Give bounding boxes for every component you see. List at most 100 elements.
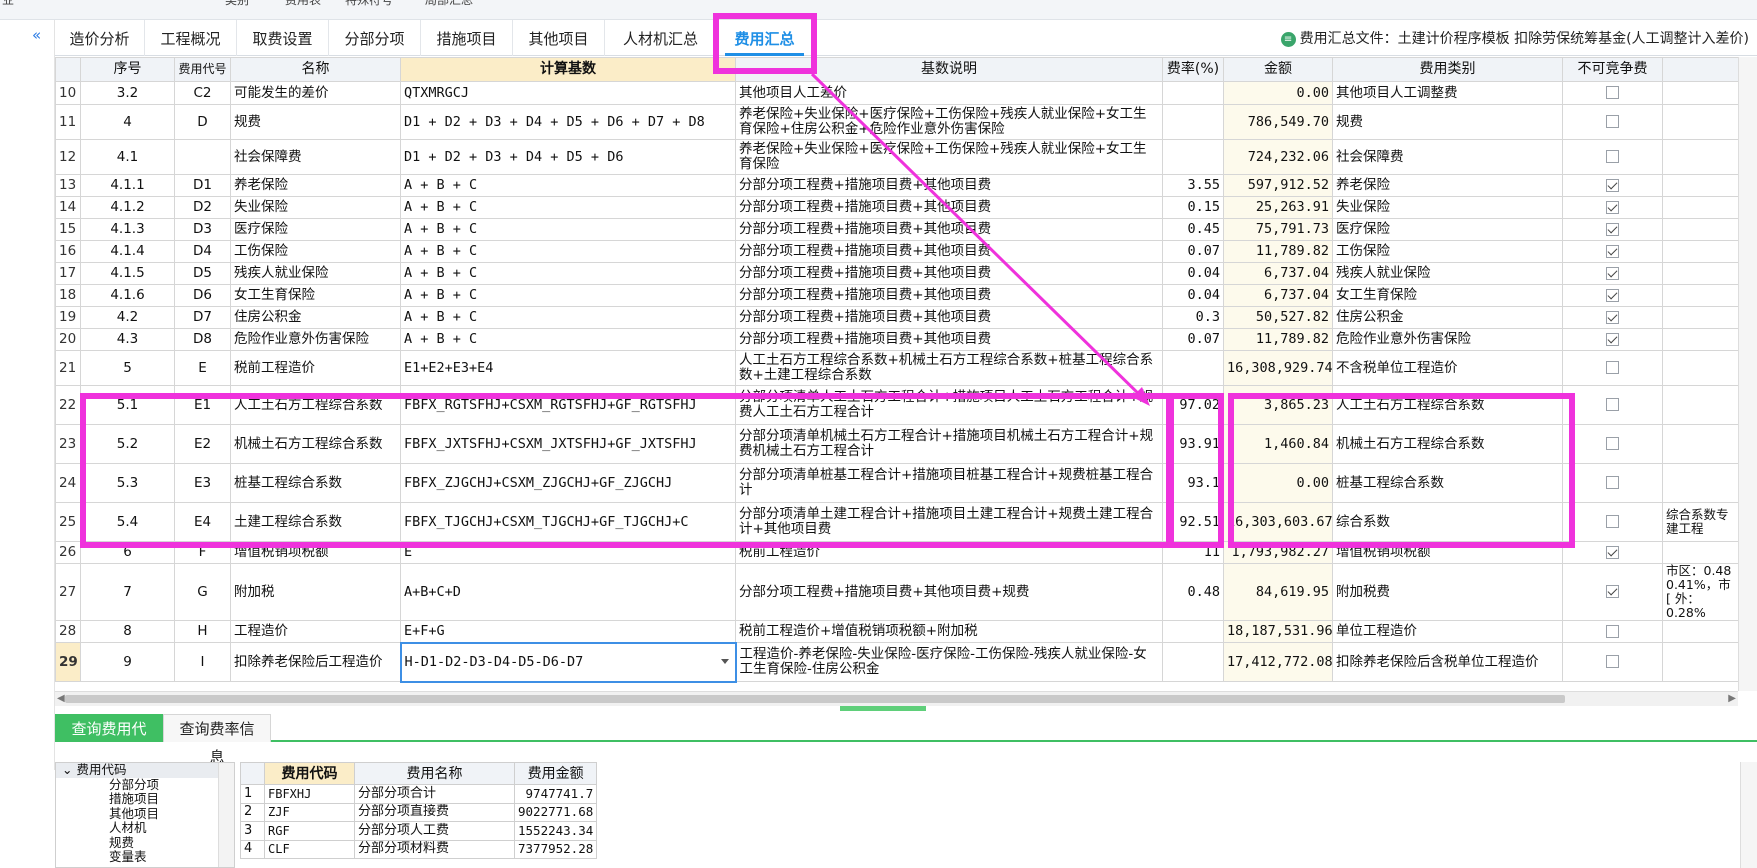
cell-code[interactable]: F <box>174 541 231 564</box>
cell-base-desc[interactable]: 其他项目人工差价 <box>735 81 1163 105</box>
cell-rate[interactable]: 0.48 <box>1162 563 1224 621</box>
cell-base-desc[interactable]: 分部分项工程费+措施项目费+其他项目费 <box>735 174 1163 197</box>
cell-base-desc[interactable]: 分部分项工程费+措施项目费+其他项目费+规费 <box>735 563 1163 621</box>
toolbar-item[interactable]: 费用表 <box>285 0 321 8</box>
cell-category[interactable]: 女工生育保险 <box>1332 284 1563 307</box>
table-row[interactable]: 19 4.2 D7 住房公积金 A + B + C 分部分项工程费+措施项目费+其他项目费… <box>55 306 1738 329</box>
code-cell-code[interactable]: FBFXHJ <box>264 784 355 804</box>
cell-name[interactable]: 住房公积金 <box>230 306 401 329</box>
cell-name[interactable]: 危险作业意外伤害保险 <box>230 328 401 351</box>
code-cell-code[interactable]: CLF <box>264 839 355 859</box>
cell-extra[interactable] <box>1662 350 1738 386</box>
cell-non-competitive[interactable] <box>1562 139 1663 175</box>
cell-extra[interactable] <box>1662 174 1738 197</box>
cell-calc-base[interactable]: A + B + C <box>400 328 736 351</box>
cell-rate[interactable] <box>1162 139 1224 175</box>
cell-category[interactable]: 扣除养老保险后含税单位工程造价 <box>1332 642 1563 682</box>
cell-extra[interactable] <box>1662 424 1738 464</box>
cell-extra[interactable] <box>1662 240 1738 263</box>
checkbox[interactable] <box>1606 178 1619 192</box>
cell-non-competitive[interactable] <box>1562 541 1663 564</box>
cell-base-desc[interactable]: 分部分项工程费+措施项目费+其他项目费 <box>735 284 1163 307</box>
cell-non-competitive[interactable] <box>1562 262 1663 285</box>
code-table-row[interactable]: 1 FBFXHJ 分部分项合计 9747741.7 <box>240 784 598 804</box>
cell-calc-base[interactable]: A + B + C <box>400 262 736 285</box>
cell-category[interactable]: 机械土石方工程综合系数 <box>1332 424 1563 464</box>
cell-calc-base[interactable]: A + B + C <box>400 240 736 263</box>
tab-measure-items[interactable]: 措施项目 <box>421 20 513 56</box>
cell-code[interactable]: D3 <box>174 218 231 241</box>
cell-seq[interactable]: 5.3 <box>80 463 175 503</box>
cell-category[interactable]: 人工土石方工程综合系数 <box>1332 385 1563 425</box>
cell-extra[interactable] <box>1662 104 1738 140</box>
grid-vertical-scrollbar[interactable] <box>1738 57 1757 691</box>
cell-calc-base[interactable]: FBFX_TJGCHJ+CSXM_TJGCHJ+GF_TJGCHJ+C <box>400 502 736 542</box>
table-row[interactable]: 28 8 H 工程造价 E+F+G 税前工程造价+增值税销项税额+附加税 18,187,53… <box>55 620 1738 643</box>
cell-code[interactable]: I <box>174 642 231 682</box>
cell-calc-base[interactable]: A + B + C <box>400 284 736 307</box>
cell-name[interactable]: 增值税销项税额 <box>230 541 401 564</box>
column-header-code[interactable]: 费用代号 <box>174 57 231 82</box>
code-cell-name[interactable]: 分部分项人工费 <box>354 821 515 841</box>
toolbar-item[interactable]: 业 <box>2 0 14 8</box>
cell-seq[interactable]: 4.1.1 <box>80 174 175 197</box>
code-column-header-amount[interactable]: 费用金额 <box>513 762 598 785</box>
checkbox[interactable] <box>1606 150 1619 163</box>
cell-calc-base[interactable]: E1+E2+E3+E4 <box>400 350 736 386</box>
cell-calc-base[interactable]: A + B + C <box>400 218 736 241</box>
checkbox[interactable] <box>1606 200 1619 214</box>
cell-category[interactable]: 残疾人就业保险 <box>1332 262 1563 285</box>
bottom-vertical-scrollbar[interactable] <box>1740 762 1757 868</box>
cell-seq[interactable]: 4.2 <box>80 306 175 329</box>
cell-name[interactable]: 工伤保险 <box>230 240 401 263</box>
scroll-left-arrow-icon[interactable]: ◀ <box>57 693 65 704</box>
tab-sub-items[interactable]: 分部分项 <box>329 20 421 56</box>
cell-name[interactable]: 桩基工程综合系数 <box>230 463 401 503</box>
tab-query-fee-code[interactable]: 查询费用代码 <box>55 714 163 766</box>
toolbar-item[interactable]: 类别 <box>225 0 249 8</box>
cell-base-desc[interactable]: 养老保险+失业保险+医疗保险+工伤保险+残疾人就业保险+女工生育保险+住房公积金… <box>735 104 1163 140</box>
cell-code[interactable]: D6 <box>174 284 231 307</box>
table-row[interactable]: 29 9 I 扣除养老保险后工程造价 H-D1-D2-D3-D4-D5-D6-D7 工程造… <box>55 641 1738 683</box>
row-number[interactable]: 26 <box>55 541 81 564</box>
code-column-header-name[interactable]: 费用名称 <box>354 762 515 785</box>
cell-non-competitive[interactable] <box>1562 306 1663 329</box>
cell-rate[interactable]: 97.02 <box>1162 385 1224 425</box>
code-table-row[interactable]: 2 ZJF 分部分项直接费 9022771.68 <box>240 802 598 822</box>
row-number[interactable]: 29 <box>55 642 81 682</box>
table-row[interactable]: 27 7 G 附加税 A+B+C+D 分部分项工程费+措施项目费+其他项目费+规费 0.48… <box>55 563 1738 621</box>
cell-extra[interactable] <box>1662 541 1738 564</box>
cell-code[interactable]: E4 <box>174 502 231 542</box>
cell-seq[interactable]: 4.1.4 <box>80 240 175 263</box>
cell-category[interactable]: 医疗保险 <box>1332 218 1563 241</box>
tree-item[interactable]: 规费 <box>56 835 234 851</box>
cell-extra[interactable] <box>1662 218 1738 241</box>
code-cell-name[interactable]: 分部分项合计 <box>354 784 515 804</box>
checkbox[interactable] <box>1606 244 1619 258</box>
code-cell-name[interactable]: 分部分项材料费 <box>354 839 515 859</box>
cell-non-competitive[interactable] <box>1562 218 1663 241</box>
checkbox[interactable] <box>1606 476 1619 489</box>
cell-base-desc[interactable]: 养老保险+失业保险+医疗保险+工伤保险+残疾人就业保险+女工生育保险 <box>735 139 1163 175</box>
table-row[interactable]: 24 5.3 E3 桩基工程综合系数 FBFX_ZJGCHJ+CSXM_ZJGCHJ+G… <box>55 463 1738 503</box>
cell-rate[interactable]: 0.04 <box>1162 284 1224 307</box>
cell-name[interactable]: 税前工程造价 <box>230 350 401 386</box>
cell-seq[interactable]: 4.1.2 <box>80 196 175 219</box>
cell-base-desc[interactable]: 分部分项工程费+措施项目费+其他项目费 <box>735 240 1163 263</box>
table-row[interactable]: 25 5.4 E4 土建工程综合系数 FBFX_TJGCHJ+CSXM_TJGCHJ+G… <box>55 502 1738 542</box>
cell-non-competitive[interactable] <box>1562 385 1663 425</box>
row-number[interactable]: 22 <box>55 385 81 425</box>
cell-extra[interactable] <box>1662 385 1738 425</box>
cell-extra[interactable] <box>1662 620 1738 643</box>
cell-category[interactable]: 附加税费 <box>1332 563 1563 621</box>
table-row[interactable]: 16 4.1.4 D4 工伤保险 A + B + C 分部分项工程费+措施项目费+其他项目… <box>55 240 1738 263</box>
table-row[interactable]: 18 4.1.6 D6 女工生育保险 A + B + C 分部分项工程费+措施项目费+其他… <box>55 284 1738 307</box>
cell-code[interactable]: D4 <box>174 240 231 263</box>
cell-non-competitive[interactable] <box>1562 81 1663 105</box>
tree-scrollbar[interactable] <box>218 763 234 867</box>
column-header-extra[interactable] <box>1662 57 1738 82</box>
cell-non-competitive[interactable] <box>1562 642 1663 682</box>
cell-seq[interactable]: 4.1 <box>80 139 175 175</box>
cell-seq[interactable]: 7 <box>80 563 175 621</box>
cell-non-competitive[interactable] <box>1562 240 1663 263</box>
